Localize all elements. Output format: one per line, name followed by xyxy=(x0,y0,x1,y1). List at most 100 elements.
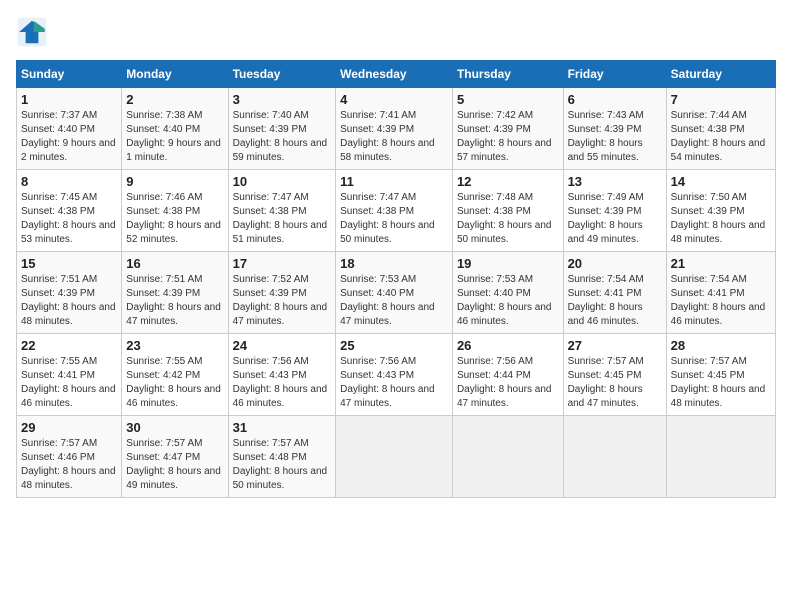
cell-info: Sunrise: 7:44 AMSunset: 4:38 PMDaylight:… xyxy=(671,110,766,163)
calendar-cell: 8 Sunrise: 7:45 AMSunset: 4:38 PMDayligh… xyxy=(17,170,122,252)
calendar-cell: 7 Sunrise: 7:44 AMSunset: 4:38 PMDayligh… xyxy=(666,88,775,170)
day-number: 19 xyxy=(457,256,559,271)
day-number: 11 xyxy=(340,174,448,189)
day-number: 14 xyxy=(671,174,771,189)
calendar-cell: 9 Sunrise: 7:46 AMSunset: 4:38 PMDayligh… xyxy=(122,170,228,252)
calendar-cell: 23 Sunrise: 7:55 AMSunset: 4:42 PMDaylig… xyxy=(122,334,228,416)
logo-icon xyxy=(16,16,48,48)
calendar-cell: 25 Sunrise: 7:56 AMSunset: 4:43 PMDaylig… xyxy=(336,334,453,416)
calendar-cell: 31 Sunrise: 7:57 AMSunset: 4:48 PMDaylig… xyxy=(228,416,336,498)
day-number: 20 xyxy=(568,256,662,271)
cell-info: Sunrise: 7:45 AMSunset: 4:38 PMDaylight:… xyxy=(21,192,116,245)
weekday-header: Saturday xyxy=(666,61,775,88)
day-number: 1 xyxy=(21,92,117,107)
day-number: 18 xyxy=(340,256,448,271)
weekday-header: Friday xyxy=(563,61,666,88)
day-number: 16 xyxy=(126,256,223,271)
weekday-header: Monday xyxy=(122,61,228,88)
cell-info: Sunrise: 7:55 AMSunset: 4:42 PMDaylight:… xyxy=(126,356,221,409)
calendar-cell: 18 Sunrise: 7:53 AMSunset: 4:40 PMDaylig… xyxy=(336,252,453,334)
calendar-cell: 26 Sunrise: 7:56 AMSunset: 4:44 PMDaylig… xyxy=(452,334,563,416)
calendar-cell: 3 Sunrise: 7:40 AMSunset: 4:39 PMDayligh… xyxy=(228,88,336,170)
calendar-cell: 28 Sunrise: 7:57 AMSunset: 4:45 PMDaylig… xyxy=(666,334,775,416)
cell-info: Sunrise: 7:50 AMSunset: 4:39 PMDaylight:… xyxy=(671,192,766,245)
page-header xyxy=(16,16,776,48)
calendar-cell: 29 Sunrise: 7:57 AMSunset: 4:46 PMDaylig… xyxy=(17,416,122,498)
cell-info: Sunrise: 7:51 AMSunset: 4:39 PMDaylight:… xyxy=(21,274,116,327)
day-number: 30 xyxy=(126,420,223,435)
calendar-cell: 27 Sunrise: 7:57 AMSunset: 4:45 PMDaylig… xyxy=(563,334,666,416)
cell-info: Sunrise: 7:56 AMSunset: 4:43 PMDaylight:… xyxy=(233,356,328,409)
calendar-cell: 21 Sunrise: 7:54 AMSunset: 4:41 PMDaylig… xyxy=(666,252,775,334)
day-number: 15 xyxy=(21,256,117,271)
day-number: 8 xyxy=(21,174,117,189)
cell-info: Sunrise: 7:52 AMSunset: 4:39 PMDaylight:… xyxy=(233,274,328,327)
cell-info: Sunrise: 7:47 AMSunset: 4:38 PMDaylight:… xyxy=(340,192,435,245)
cell-info: Sunrise: 7:43 AMSunset: 4:39 PMDaylight:… xyxy=(568,110,644,163)
cell-info: Sunrise: 7:53 AMSunset: 4:40 PMDaylight:… xyxy=(340,274,435,327)
cell-info: Sunrise: 7:48 AMSunset: 4:38 PMDaylight:… xyxy=(457,192,552,245)
cell-info: Sunrise: 7:38 AMSunset: 4:40 PMDaylight:… xyxy=(126,110,221,163)
calendar-row: 15 Sunrise: 7:51 AMSunset: 4:39 PMDaylig… xyxy=(17,252,776,334)
calendar-cell: 11 Sunrise: 7:47 AMSunset: 4:38 PMDaylig… xyxy=(336,170,453,252)
weekday-header: Thursday xyxy=(452,61,563,88)
calendar-cell: 14 Sunrise: 7:50 AMSunset: 4:39 PMDaylig… xyxy=(666,170,775,252)
calendar-cell xyxy=(666,416,775,498)
cell-info: Sunrise: 7:55 AMSunset: 4:41 PMDaylight:… xyxy=(21,356,116,409)
day-number: 7 xyxy=(671,92,771,107)
cell-info: Sunrise: 7:56 AMSunset: 4:44 PMDaylight:… xyxy=(457,356,552,409)
calendar-cell: 6 Sunrise: 7:43 AMSunset: 4:39 PMDayligh… xyxy=(563,88,666,170)
cell-info: Sunrise: 7:49 AMSunset: 4:39 PMDaylight:… xyxy=(568,192,644,245)
cell-info: Sunrise: 7:54 AMSunset: 4:41 PMDaylight:… xyxy=(671,274,766,327)
day-number: 29 xyxy=(21,420,117,435)
cell-info: Sunrise: 7:37 AMSunset: 4:40 PMDaylight:… xyxy=(21,110,116,163)
cell-info: Sunrise: 7:53 AMSunset: 4:40 PMDaylight:… xyxy=(457,274,552,327)
day-number: 26 xyxy=(457,338,559,353)
weekday-header: Tuesday xyxy=(228,61,336,88)
day-number: 6 xyxy=(568,92,662,107)
cell-info: Sunrise: 7:41 AMSunset: 4:39 PMDaylight:… xyxy=(340,110,435,163)
day-number: 4 xyxy=(340,92,448,107)
calendar-cell xyxy=(563,416,666,498)
day-number: 10 xyxy=(233,174,332,189)
calendar-cell xyxy=(336,416,453,498)
calendar-cell: 20 Sunrise: 7:54 AMSunset: 4:41 PMDaylig… xyxy=(563,252,666,334)
day-number: 9 xyxy=(126,174,223,189)
calendar-cell: 17 Sunrise: 7:52 AMSunset: 4:39 PMDaylig… xyxy=(228,252,336,334)
calendar-cell: 4 Sunrise: 7:41 AMSunset: 4:39 PMDayligh… xyxy=(336,88,453,170)
calendar-row: 1 Sunrise: 7:37 AMSunset: 4:40 PMDayligh… xyxy=(17,88,776,170)
day-number: 24 xyxy=(233,338,332,353)
calendar-cell: 30 Sunrise: 7:57 AMSunset: 4:47 PMDaylig… xyxy=(122,416,228,498)
calendar-row: 8 Sunrise: 7:45 AMSunset: 4:38 PMDayligh… xyxy=(17,170,776,252)
cell-info: Sunrise: 7:42 AMSunset: 4:39 PMDaylight:… xyxy=(457,110,552,163)
calendar-cell: 5 Sunrise: 7:42 AMSunset: 4:39 PMDayligh… xyxy=(452,88,563,170)
cell-info: Sunrise: 7:57 AMSunset: 4:48 PMDaylight:… xyxy=(233,438,328,491)
cell-info: Sunrise: 7:56 AMSunset: 4:43 PMDaylight:… xyxy=(340,356,435,409)
day-number: 3 xyxy=(233,92,332,107)
weekday-header: Wednesday xyxy=(336,61,453,88)
calendar-table: SundayMondayTuesdayWednesdayThursdayFrid… xyxy=(16,60,776,498)
day-number: 5 xyxy=(457,92,559,107)
day-number: 17 xyxy=(233,256,332,271)
day-number: 28 xyxy=(671,338,771,353)
cell-info: Sunrise: 7:47 AMSunset: 4:38 PMDaylight:… xyxy=(233,192,328,245)
weekday-header: Sunday xyxy=(17,61,122,88)
cell-info: Sunrise: 7:57 AMSunset: 4:47 PMDaylight:… xyxy=(126,438,221,491)
calendar-row: 22 Sunrise: 7:55 AMSunset: 4:41 PMDaylig… xyxy=(17,334,776,416)
calendar-cell: 15 Sunrise: 7:51 AMSunset: 4:39 PMDaylig… xyxy=(17,252,122,334)
calendar-cell: 24 Sunrise: 7:56 AMSunset: 4:43 PMDaylig… xyxy=(228,334,336,416)
day-number: 27 xyxy=(568,338,662,353)
logo xyxy=(16,16,52,48)
cell-info: Sunrise: 7:40 AMSunset: 4:39 PMDaylight:… xyxy=(233,110,328,163)
calendar-cell: 22 Sunrise: 7:55 AMSunset: 4:41 PMDaylig… xyxy=(17,334,122,416)
calendar-cell: 12 Sunrise: 7:48 AMSunset: 4:38 PMDaylig… xyxy=(452,170,563,252)
day-number: 23 xyxy=(126,338,223,353)
calendar-cell: 10 Sunrise: 7:47 AMSunset: 4:38 PMDaylig… xyxy=(228,170,336,252)
cell-info: Sunrise: 7:57 AMSunset: 4:45 PMDaylight:… xyxy=(671,356,766,409)
calendar-cell: 19 Sunrise: 7:53 AMSunset: 4:40 PMDaylig… xyxy=(452,252,563,334)
calendar-cell: 13 Sunrise: 7:49 AMSunset: 4:39 PMDaylig… xyxy=(563,170,666,252)
day-number: 21 xyxy=(671,256,771,271)
day-number: 31 xyxy=(233,420,332,435)
calendar-row: 29 Sunrise: 7:57 AMSunset: 4:46 PMDaylig… xyxy=(17,416,776,498)
cell-info: Sunrise: 7:46 AMSunset: 4:38 PMDaylight:… xyxy=(126,192,221,245)
